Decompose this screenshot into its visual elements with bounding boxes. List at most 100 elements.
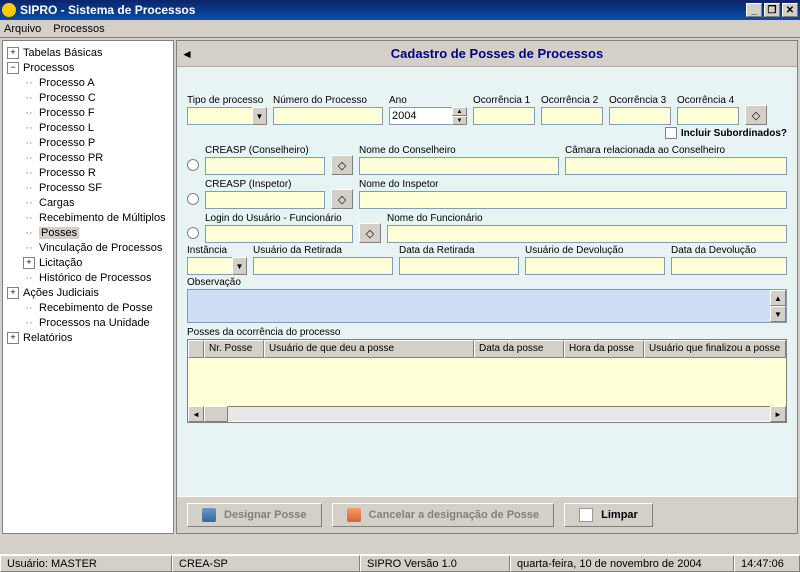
scroll-down-icon[interactable]: ▼ <box>770 306 786 322</box>
tree-acoes-judiciais[interactable]: +Ações Judiciais <box>3 285 173 300</box>
label-ano: Ano <box>389 95 467 106</box>
observacao-textarea[interactable]: ▲▼ <box>187 289 787 323</box>
label-ocorrencia4: Ocorrência 4 <box>677 95 739 106</box>
expand-icon[interactable]: + <box>7 47 19 59</box>
scroll-thumb[interactable] <box>204 406 228 422</box>
tree-processo-r[interactable]: ··Processo R <box>3 165 173 180</box>
eraser-icon[interactable]: ◇ <box>359 223 381 243</box>
col-data-posse[interactable]: Data da posse <box>474 340 564 358</box>
creasp-inspetor-input[interactable] <box>205 191 325 209</box>
numero-processo-input[interactable] <box>273 107 383 125</box>
tree-processo-pr[interactable]: ··Processo PR <box>3 150 173 165</box>
instancia-select[interactable]: ▼ <box>187 257 247 275</box>
scrollbar[interactable]: ▲▼ <box>770 290 786 322</box>
tree-recebimento-multiplos[interactable]: ··Recebimento de Múltiplos <box>3 210 173 225</box>
menubar: Arquivo Processos <box>0 20 800 38</box>
eraser-icon[interactable]: ◇ <box>331 155 353 175</box>
usuario-devolucao-input[interactable] <box>525 257 665 275</box>
nome-funcionario-input[interactable] <box>387 225 787 243</box>
col-usuario-finalizou[interactable]: Usuário que finalizou a posse <box>644 340 786 358</box>
label-numero-processo: Número do Processo <box>273 95 383 106</box>
tree-processo-f[interactable]: ··Processo F <box>3 105 173 120</box>
radio-funcionario[interactable] <box>187 227 199 239</box>
window-title: SIPRO - Sistema de Processos <box>20 3 195 17</box>
statusbar: Usuário: MASTER CREA-SP SIPRO Versão 1.0… <box>0 554 800 572</box>
nome-inspetor-input[interactable] <box>359 191 787 209</box>
tipo-processo-select[interactable]: ▼ <box>187 107 267 125</box>
spin-up-icon[interactable]: ▲ <box>452 107 467 116</box>
col-nr-posse[interactable]: Nr. Posse <box>204 340 264 358</box>
tree-processo-a[interactable]: ··Processo A <box>3 75 173 90</box>
menu-arquivo[interactable]: Arquivo <box>4 23 41 35</box>
login-funcionario-input[interactable] <box>205 225 353 243</box>
maximize-button[interactable]: ❐ <box>764 3 780 17</box>
col-usuario-deu[interactable]: Usuário de que deu a posse <box>264 340 474 358</box>
scroll-right-icon[interactable]: ► <box>770 406 786 422</box>
close-button[interactable]: ✕ <box>782 3 798 17</box>
tree-posses[interactable]: ··Posses <box>3 225 173 240</box>
data-retirada-input[interactable] <box>399 257 519 275</box>
grid-header: Nr. Posse Usuário de que deu a posse Dat… <box>188 340 786 358</box>
expand-icon[interactable]: + <box>7 332 19 344</box>
label-tipo-processo: Tipo de processo <box>187 95 267 106</box>
ocorrencia3-input[interactable] <box>609 107 671 125</box>
label-data-retirada: Data da Retirada <box>399 245 519 256</box>
content-header: ◄ Cadastro de Posses de Processos <box>177 41 797 67</box>
tree-historico[interactable]: ··Histórico de Processos <box>3 270 173 285</box>
minimize-button[interactable]: _ <box>746 3 762 17</box>
radio-conselheiro[interactable] <box>187 159 199 171</box>
limpar-button[interactable]: Limpar <box>564 503 653 527</box>
eraser-icon[interactable]: ◇ <box>745 105 767 125</box>
label-grid-posses: Posses da ocorrência do processo <box>187 327 787 338</box>
ano-spinner[interactable]: 2004▲▼ <box>389 107 467 125</box>
label-ocorrencia3: Ocorrência 3 <box>609 95 671 106</box>
tree-relatorios[interactable]: +Relatórios <box>3 330 173 345</box>
ocorrencia1-input[interactable] <box>473 107 535 125</box>
expand-icon[interactable]: + <box>23 257 35 269</box>
tree-licitacao[interactable]: +Licitação <box>3 255 173 270</box>
col-hora-posse[interactable]: Hora da posse <box>564 340 644 358</box>
camara-conselheiro-input[interactable] <box>565 157 787 175</box>
data-devolucao-input[interactable] <box>671 257 787 275</box>
ocorrencia2-input[interactable] <box>541 107 603 125</box>
tree-tabelas-basicas[interactable]: +Tabelas Básicas <box>3 45 173 60</box>
cancelar-designacao-button[interactable]: Cancelar a designação de Posse <box>332 503 555 527</box>
chevron-down-icon[interactable]: ▼ <box>252 107 267 125</box>
tree-vinculacao[interactable]: ··Vinculação de Processos <box>3 240 173 255</box>
expand-icon[interactable]: + <box>7 287 19 299</box>
assign-icon <box>202 508 216 522</box>
chevron-down-icon[interactable]: ▼ <box>232 257 247 275</box>
tree-processos-unidade[interactable]: ··Processos na Unidade <box>3 315 173 330</box>
tree-processo-p[interactable]: ··Processo P <box>3 135 173 150</box>
page-title: Cadastro de Posses de Processos <box>197 46 797 61</box>
button-bar: Designar Posse Cancelar a designação de … <box>177 496 797 533</box>
app-icon <box>2 3 16 17</box>
nome-conselheiro-input[interactable] <box>359 157 559 175</box>
tree-processos[interactable]: −Processos <box>3 60 173 75</box>
label-nome-inspetor: Nome do Inspetor <box>359 179 787 190</box>
tree-processo-sf[interactable]: ··Processo SF <box>3 180 173 195</box>
spin-down-icon[interactable]: ▼ <box>452 116 467 125</box>
label-nome-funcionario: Nome do Funcionário <box>387 213 787 224</box>
usuario-retirada-input[interactable] <box>253 257 393 275</box>
tree-recebimento-posse[interactable]: ··Recebimento de Posse <box>3 300 173 315</box>
collapse-icon[interactable]: − <box>7 62 19 74</box>
tree-processo-l[interactable]: ··Processo L <box>3 120 173 135</box>
ocorrencia4-input[interactable] <box>677 107 739 125</box>
grid-body[interactable] <box>188 358 786 406</box>
creasp-conselheiro-input[interactable] <box>205 157 325 175</box>
designar-posse-button[interactable]: Designar Posse <box>187 503 322 527</box>
radio-inspetor[interactable] <box>187 193 199 205</box>
tree-cargas[interactable]: ··Cargas <box>3 195 173 210</box>
scroll-up-icon[interactable]: ▲ <box>770 290 786 306</box>
scroll-left-icon[interactable]: ◄ <box>188 406 204 422</box>
label-usuario-devolucao: Usuário de Devolução <box>525 245 665 256</box>
back-arrow-icon[interactable]: ◄ <box>177 47 197 61</box>
titlebar: SIPRO - Sistema de Processos _ ❐ ✕ <box>0 0 800 20</box>
tree-processo-c[interactable]: ··Processo C <box>3 90 173 105</box>
menu-processos[interactable]: Processos <box>53 23 104 35</box>
eraser-icon[interactable]: ◇ <box>331 189 353 209</box>
posses-grid: Nr. Posse Usuário de que deu a posse Dat… <box>187 339 787 423</box>
incluir-subordinados-checkbox[interactable] <box>665 127 677 139</box>
grid-hscrollbar[interactable]: ◄ ► <box>188 406 786 422</box>
